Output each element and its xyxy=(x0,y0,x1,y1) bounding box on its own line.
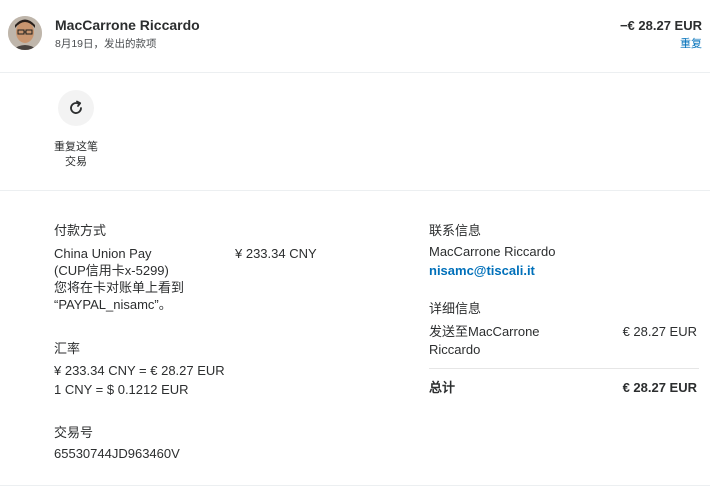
payment-amount: ¥ 233.34 CNY xyxy=(235,246,317,261)
payment-method-heading: 付款方式 xyxy=(54,223,107,238)
refresh-icon xyxy=(70,100,82,114)
actions-section xyxy=(0,72,710,191)
sent-to-label: 发送至MacCarrone Riccardo xyxy=(429,324,540,357)
repeat-transaction-label[interactable]: 重复这笔 交易 xyxy=(46,140,106,170)
transaction-header: MacCarrone Riccardo 8月19日，发出的款项 −€ 28.27… xyxy=(0,0,710,73)
contact-info-heading: 联系信息 xyxy=(429,223,482,238)
transaction-id: 65530744JD963460V xyxy=(54,446,180,461)
repeat-transaction-button[interactable] xyxy=(58,90,94,126)
transaction-id-heading: 交易号 xyxy=(54,425,94,440)
exchange-rate-details: ¥ 233.34 CNY = € 28.27 EUR 1 CNY = $ 0.1… xyxy=(54,363,225,397)
sent-amount: € 28.27 EUR xyxy=(622,324,697,339)
payment-method-details: China Union Pay (CUP信用卡x-5299) 您将在卡对账单上看… xyxy=(54,246,185,312)
transaction-amount: −€ 28.27 EUR xyxy=(619,18,702,33)
payee-name[interactable]: MacCarrone Riccardo xyxy=(55,17,200,33)
avatar-photo xyxy=(8,16,42,50)
avatar xyxy=(8,16,42,50)
details-divider xyxy=(429,368,699,369)
exchange-rate-heading: 汇率 xyxy=(54,341,81,356)
total-label: 总计 xyxy=(429,380,456,395)
transaction-date: 8月19日，发出的款项 xyxy=(55,38,157,50)
total-amount: € 28.27 EUR xyxy=(622,380,697,395)
contact-name: MacCarrone Riccardo xyxy=(429,244,556,259)
contact-email-link[interactable]: nisamc@tiscali.it xyxy=(429,262,535,279)
bottom-divider xyxy=(0,485,710,486)
details-heading: 详细信息 xyxy=(429,301,482,316)
repeat-link[interactable]: 重复 xyxy=(680,35,702,51)
